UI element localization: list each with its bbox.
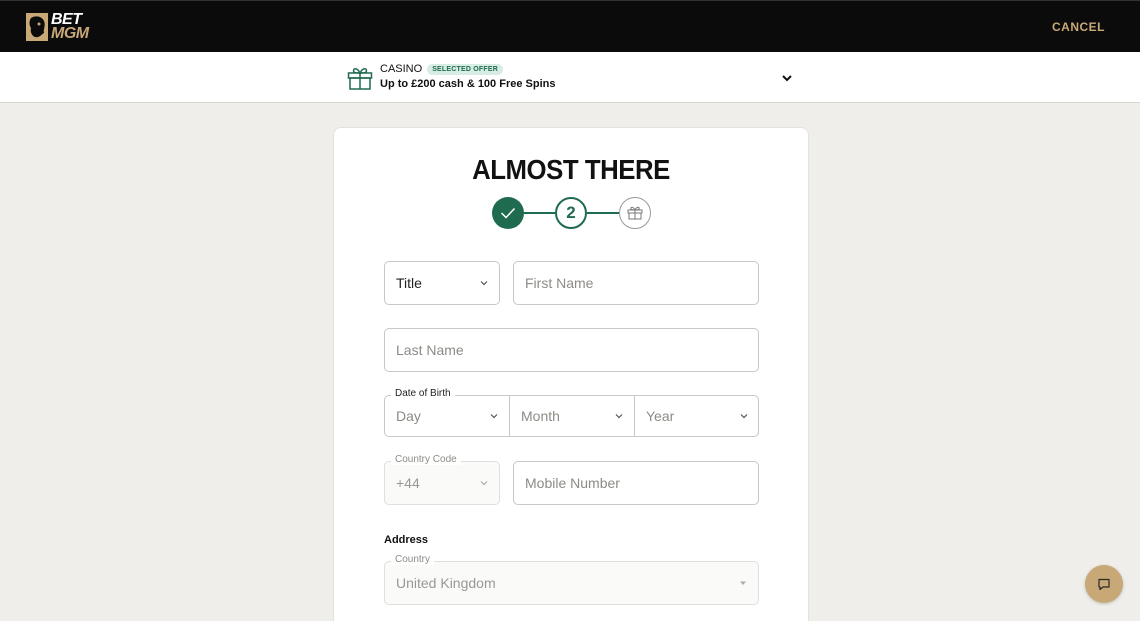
logo-mgm: MGM bbox=[51, 25, 89, 42]
country-code-value: +44 bbox=[396, 475, 420, 491]
cancel-link[interactable]: CANCEL bbox=[1052, 20, 1105, 34]
chevron-down-icon bbox=[480, 281, 488, 286]
title-select[interactable]: Title bbox=[384, 261, 500, 305]
step-complete bbox=[492, 197, 524, 229]
dob-label: Date of Birth bbox=[391, 388, 455, 399]
page-title: ALMOST THERE bbox=[472, 154, 670, 185]
logo-wordmark: BET MGM bbox=[51, 12, 89, 42]
dob-month-placeholder: Month bbox=[521, 408, 560, 424]
dob-year-placeholder: Year bbox=[646, 408, 675, 424]
check-icon bbox=[500, 207, 516, 219]
step-current: 2 bbox=[555, 197, 587, 229]
dob-year-select[interactable]: Year bbox=[635, 396, 759, 436]
chat-icon bbox=[1098, 578, 1110, 590]
country-value: United Kingdom bbox=[396, 575, 496, 591]
offer-category: CASINO SELECTED OFFER bbox=[380, 63, 503, 75]
top-header: BET MGM CANCEL bbox=[0, 0, 1140, 52]
country-select[interactable]: United Kingdom bbox=[384, 561, 759, 605]
offer-category-label: CASINO bbox=[380, 63, 423, 75]
country-code-label: Country Code bbox=[391, 454, 461, 465]
chat-button[interactable] bbox=[1085, 565, 1123, 603]
date-of-birth-group: Day Month Year bbox=[384, 395, 759, 437]
offer-title: Up to £200 cash & 100 Free Spins bbox=[380, 78, 556, 90]
first-name-field[interactable]: First Name bbox=[513, 261, 759, 305]
step-connector bbox=[524, 212, 555, 214]
caret-down-icon bbox=[740, 581, 746, 585]
title-select-value: Title bbox=[396, 275, 422, 291]
gift-icon bbox=[347, 66, 373, 90]
last-name-placeholder: Last Name bbox=[396, 342, 464, 358]
lion-icon bbox=[25, 12, 49, 42]
dob-day-placeholder: Day bbox=[396, 408, 421, 424]
dob-month-select[interactable]: Month bbox=[510, 396, 634, 436]
dob-day-select[interactable]: Day bbox=[385, 396, 509, 436]
selected-offer-badge: SELECTED OFFER bbox=[427, 63, 503, 75]
mobile-number-placeholder: Mobile Number bbox=[525, 475, 620, 491]
chevron-down-icon[interactable] bbox=[780, 71, 794, 85]
step-reward bbox=[619, 197, 651, 229]
mobile-number-field[interactable]: Mobile Number bbox=[513, 461, 759, 505]
country-label: Country bbox=[391, 554, 435, 565]
first-name-placeholder: First Name bbox=[525, 275, 594, 291]
chevron-down-icon bbox=[480, 481, 488, 486]
chevron-down-icon bbox=[490, 414, 498, 419]
gift-icon bbox=[627, 206, 643, 220]
chevron-down-icon bbox=[615, 414, 623, 419]
step-connector bbox=[587, 212, 619, 214]
chevron-down-icon bbox=[740, 414, 748, 419]
country-code-select[interactable]: +44 bbox=[384, 461, 500, 505]
selected-offer-bar[interactable]: CASINO SELECTED OFFER Up to £200 cash & … bbox=[0, 52, 1140, 103]
betmgm-logo[interactable]: BET MGM bbox=[25, 11, 89, 43]
step-progress: 2 bbox=[492, 197, 652, 231]
address-heading: Address bbox=[384, 534, 429, 546]
registration-card: ALMOST THERE 2 Title First Name Last Nam… bbox=[333, 127, 809, 621]
last-name-field[interactable]: Last Name bbox=[384, 328, 759, 372]
